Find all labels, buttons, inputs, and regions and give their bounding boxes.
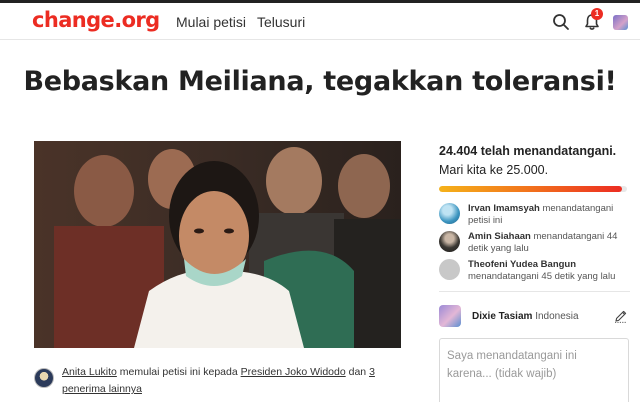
signature-goal: Mari kita ke 25.000. [439, 163, 549, 177]
starter-text: memulai petisi ini kepada [119, 366, 238, 378]
search-icon[interactable] [551, 12, 571, 32]
signer-name: Irvan Imamsyah [468, 203, 540, 214]
top-navigation-bar: change.org Mulai petisi Telusuri 1 [0, 0, 640, 40]
notification-badge[interactable]: 1 [591, 8, 603, 20]
signer-name: Amin Siahaan [468, 231, 531, 242]
progress-fill [439, 186, 623, 192]
and-text: dan [348, 366, 367, 378]
petition-title: Bebaskan Meiliana, tegakkan toleransi! [23, 66, 617, 97]
signer-avatar [439, 203, 460, 224]
starter-avatar[interactable] [34, 368, 54, 388]
signer-action: menandatangani 45 detik yang lalu [468, 271, 616, 282]
edit-icon[interactable] [614, 309, 628, 323]
signer-avatar [439, 259, 460, 280]
signature-progress-bar [439, 186, 627, 192]
nav-browse[interactable]: Telusuri [257, 14, 305, 30]
current-user-country: Indonesia [535, 311, 579, 322]
petition-starter-info: Anita Lukito memulai petisi ini kepada P… [62, 364, 392, 398]
signature-count: 24.404 telah menandatangani. [439, 144, 617, 158]
petition-photo [34, 141, 401, 348]
current-user-name: Dixie Tasiam [472, 311, 533, 322]
starter-link[interactable]: Anita Lukito [62, 366, 117, 378]
reason-comment-input[interactable] [439, 338, 629, 402]
current-user-avatar [439, 305, 461, 327]
recipient-link[interactable]: Presiden Joko Widodo [241, 366, 346, 378]
sidebar-divider [439, 291, 630, 292]
signer-avatar [439, 231, 460, 252]
nav-start-petition[interactable]: Mulai petisi [176, 14, 246, 30]
change-org-logo[interactable]: change.org [32, 8, 160, 32]
user-avatar[interactable] [613, 15, 628, 30]
current-user-info: Dixie Tasiam Indonesia [472, 311, 579, 322]
signer-name: Theofeni Yudea Bangun [468, 259, 577, 270]
